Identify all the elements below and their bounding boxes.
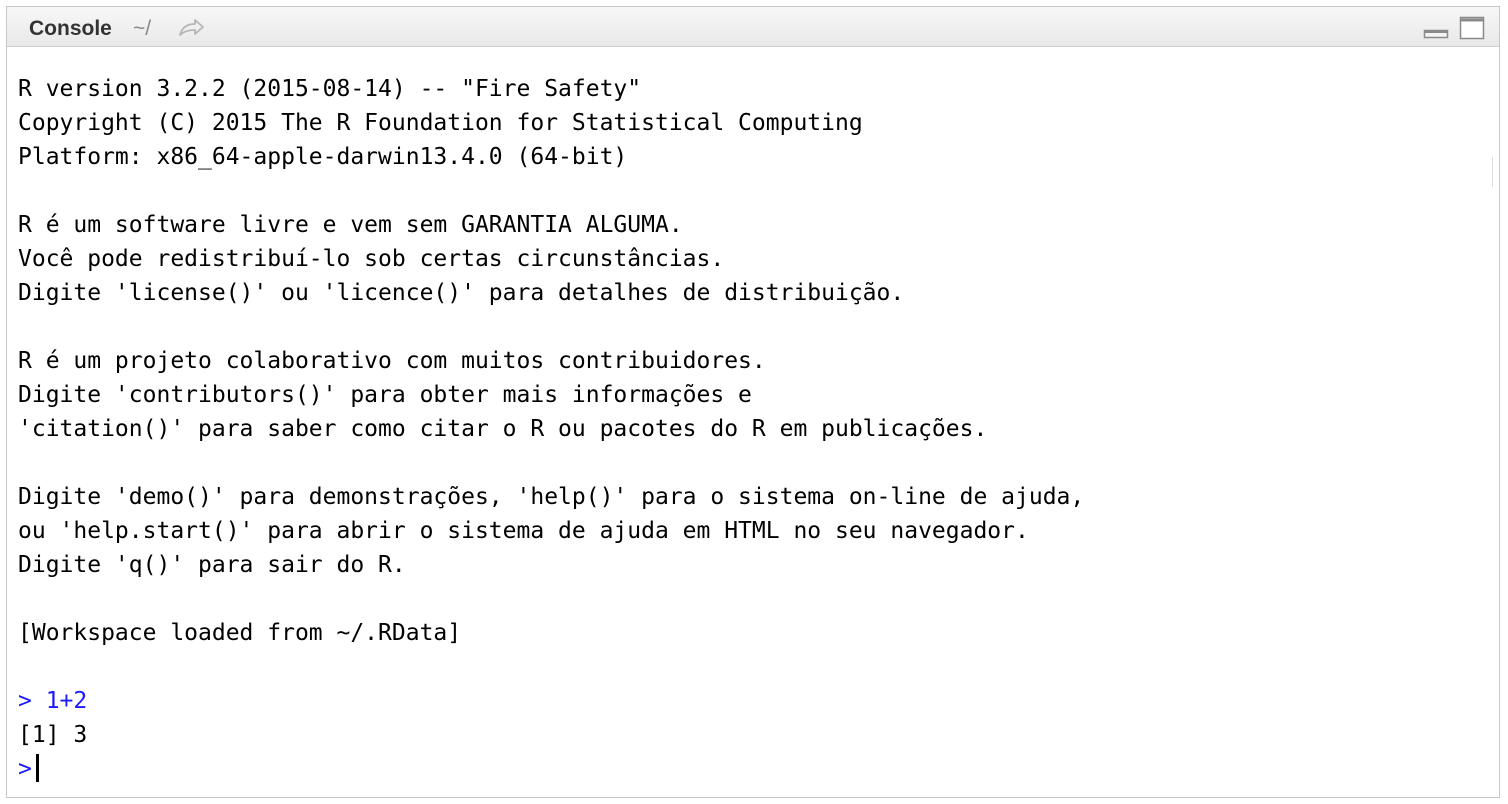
startup-banner: R version 3.2.2 (2015-08-14) -- "Fire Sa… — [18, 72, 1499, 684]
banner-line: 'citation()' para saber como citar o R o… — [18, 416, 988, 442]
banner-line: Digite 'contributors()' para obter mais … — [18, 382, 752, 408]
banner-line: Digite 'license()' ou 'licence()' para d… — [18, 280, 905, 306]
pane-title: Console — [29, 17, 112, 40]
console-header: Console ~/ — [7, 7, 1499, 47]
banner-line: R é um projeto colaborativo com muitos c… — [18, 348, 766, 374]
banner-line: Digite 'demo()' para demonstrações, 'hel… — [18, 484, 1085, 510]
console-pane: Console ~/ R version 3.2.2 (2015-08-14) … — [6, 6, 1500, 798]
input-prompt[interactable]: > — [18, 752, 1499, 786]
maximize-icon[interactable] — [1459, 16, 1485, 40]
banner-line: Copyright (C) 2015 The R Foundation for … — [18, 110, 863, 136]
command-line: > 1+2 — [18, 688, 88, 714]
working-directory[interactable]: ~/ — [133, 17, 151, 41]
banner-line: R version 3.2.2 (2015-08-14) -- "Fire Sa… — [18, 76, 642, 102]
banner-line: R é um software livre e vem sem GARANTIA… — [18, 212, 683, 238]
console-output-area[interactable]: R version 3.2.2 (2015-08-14) -- "Fire Sa… — [7, 47, 1499, 797]
go-to-directory-arrow-icon[interactable] — [177, 16, 207, 40]
scrollbar[interactable] — [1492, 157, 1499, 187]
text-cursor — [35, 754, 39, 782]
prompt-symbol: > — [18, 756, 32, 782]
banner-line: ou 'help.start()' para abrir o sistema d… — [18, 518, 1029, 544]
banner-line: Você pode redistribuí-lo sob certas circ… — [18, 246, 725, 272]
banner-line: [Workspace loaded from ~/.RData] — [18, 620, 462, 646]
banner-line: Digite 'q()' para sair do R. — [18, 552, 406, 578]
command-output: [1] 3 — [18, 722, 88, 748]
banner-line: Platform: x86_64-apple-darwin13.4.0 (64-… — [18, 144, 628, 170]
minimize-icon[interactable] — [1423, 16, 1449, 40]
